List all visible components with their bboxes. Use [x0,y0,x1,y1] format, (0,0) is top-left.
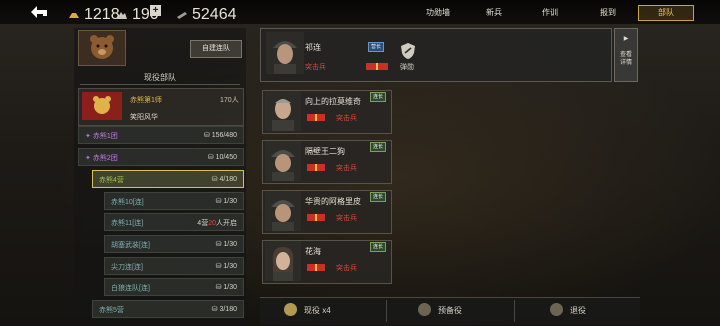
regiment-count: 10/450 [215,154,237,161]
company-count: 1/30 [223,198,237,205]
battalion-count: 4/180 [219,176,237,183]
company-count: 1/30 [223,263,237,270]
rank-badge: 连长 [370,242,387,252]
rank-stripe-icon [307,264,325,271]
division-badge-icon [82,92,122,120]
member-role: 突击兵 [336,165,357,172]
medal-label: 弹勋 [400,64,414,71]
battalion-label: 赤熊5营 [99,307,124,314]
rank-stripe-icon [307,214,325,221]
division-name: 赤熊第1师 [130,97,162,104]
company-row[interactable]: 赤熊10[连] ⛁ 1/30 [104,192,244,210]
company-label: 赤熊10[连] [111,199,144,206]
reserve-icon [418,303,431,316]
member-role: 突击兵 [336,215,357,222]
regiment-label: 赤熊2团 [92,155,118,162]
company-label: 白狼连队[连] [111,285,150,292]
member-name: 花海 [305,247,321,256]
member-name: 向上的拉莫维奇 [305,97,361,106]
regiment-row[interactable]: ✦ 赤熊2团 ⛁ 10/450 [78,148,244,166]
back-arrow-icon[interactable] [28,3,50,21]
company-row[interactable]: 尖刀连[连] ⛁ 1/30 [104,257,244,275]
shield-medal-icon [401,43,415,59]
gold-bars-icon [69,13,79,18]
member-portrait [265,191,301,231]
member-role: 突击兵 [336,115,357,122]
company-count: 1/30 [223,241,237,248]
company-unlock-note: 4营20人开启 [197,220,237,227]
tab-reserve[interactable]: 预备役 [438,305,462,316]
divider [386,300,387,322]
member-role: 突击兵 [336,265,357,272]
add-resource-button[interactable]: + [150,5,161,16]
company-row[interactable]: 赤熊11[连] 4营20人开启 [104,213,244,231]
active-duty-icon [284,303,297,316]
leader-role: 突击兵 [305,64,326,71]
nav-troops[interactable]: 部队 [638,5,694,21]
divider [514,300,515,322]
rank-badge: 连长 [370,92,387,102]
company-label: 胡塞武装[连] [111,242,150,249]
company-row[interactable]: 胡塞武装[连] ⛁ 1/30 [104,235,244,253]
member-portrait [265,91,301,131]
mountain-icon [117,12,127,19]
rank-badge: 连长 [370,192,387,202]
nav-merit-wall[interactable]: 功勋墙 [426,7,450,18]
regiment-row[interactable]: ✦ 赤熊1团 ⛁ 156/480 [78,126,244,144]
nav-report[interactable]: 报到 [600,7,616,18]
member-name: 隔壁王二狗 [305,147,345,156]
leader-card[interactable] [260,28,612,82]
retired-icon [550,303,563,316]
nav-training[interactable]: 作训 [542,7,558,18]
battalion-label: 赤熊4营 [99,177,124,184]
division-count: 170人 [220,97,239,104]
battalion-row[interactable]: 赤熊5营 ⛁ 3/180 [92,300,244,318]
resource-ammo: 52464 [176,6,237,24]
view-details-button[interactable]: ▶ 查看详情 [614,28,638,82]
tab-retired[interactable]: 退役 [570,305,586,316]
regiment-count: 156/480 [211,132,237,139]
regiment-label: 赤熊1团 [92,133,118,140]
ammo-icon [177,12,187,19]
tab-active-duty[interactable]: 现役 x4 [304,305,331,316]
company-label: 尖刀连[连] [111,264,143,271]
resource-gold: 1218 [68,6,120,24]
member-name: 华贵的阿格里皮 [305,197,361,206]
member-portrait [265,141,301,181]
battalion-row[interactable]: 赤熊4营 ⛁ 4/180 [92,170,244,188]
leader-name: 祁连 [305,43,321,52]
division-motto: 笑阳风华 [130,114,158,121]
divider [80,84,240,85]
rank-stripe-icon [366,63,388,70]
leader-portrait [266,32,304,74]
company-label: 赤熊11[连] [111,220,144,227]
rank-stripe-icon [307,164,325,171]
rank-badge: 营长 [368,42,385,52]
create-company-button[interactable]: 自建连队 [190,40,242,58]
rank-stripe-icon [307,114,325,121]
battalion-count: 3/180 [219,306,237,313]
company-row[interactable]: 白狼连队[连] ⛁ 1/30 [104,278,244,296]
play-arrow-icon: ▶ [623,36,629,42]
bear-emblem-icon [78,30,126,66]
rank-badge: 连长 [370,142,387,152]
company-count: 1/30 [223,284,237,291]
nav-recruits[interactable]: 新兵 [486,7,502,18]
member-portrait [265,241,301,281]
section-title: 现役部队 [144,73,176,82]
